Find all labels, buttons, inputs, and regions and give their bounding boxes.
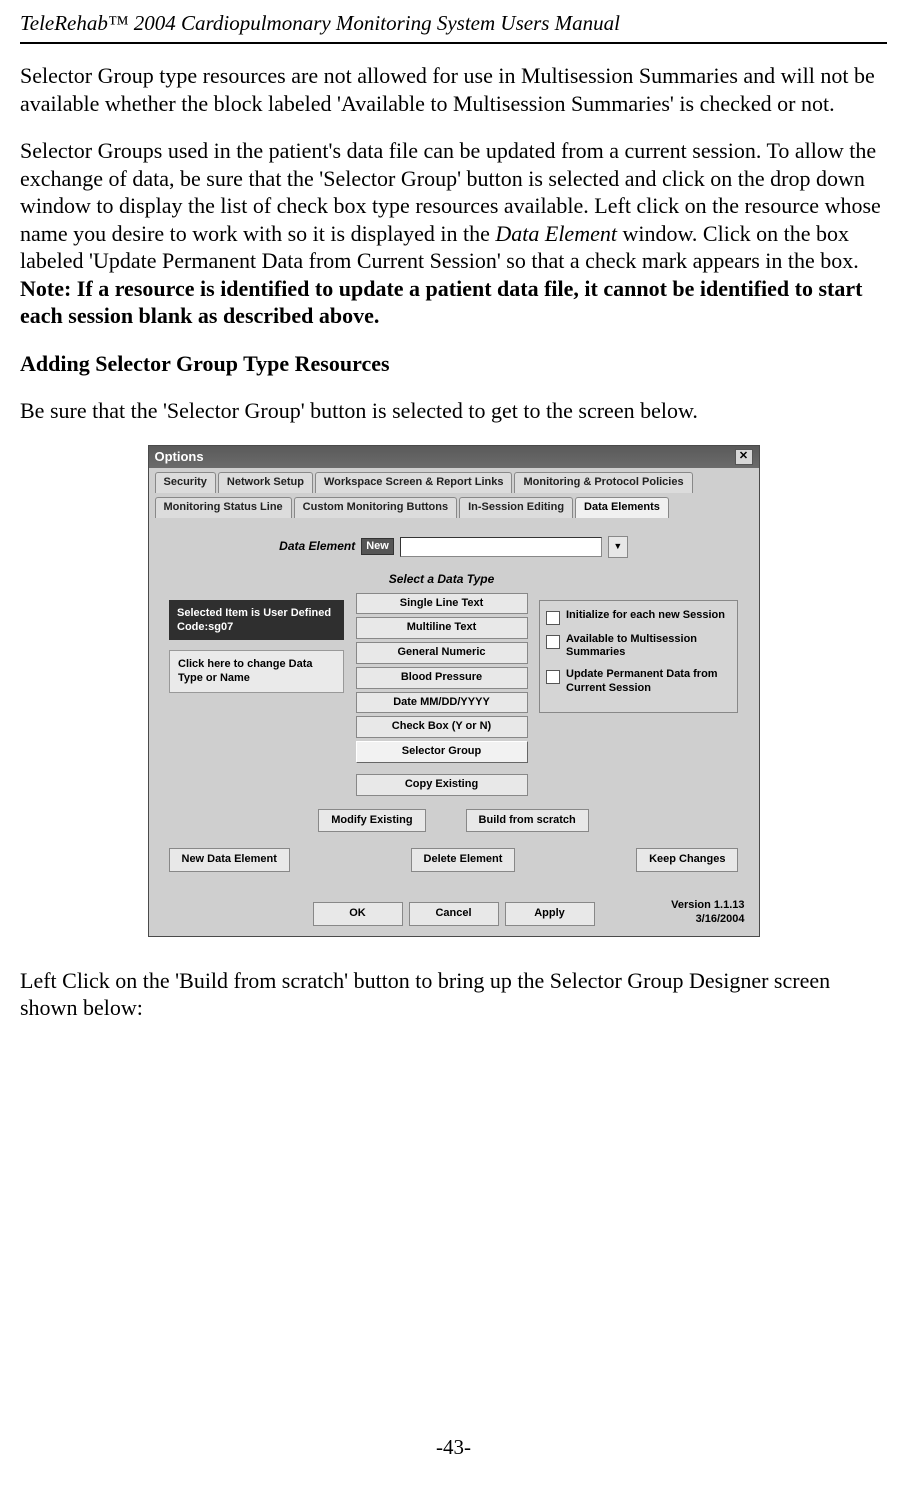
- data-element-input[interactable]: [400, 537, 602, 557]
- data-element-row: Data Element New ▼: [163, 536, 745, 558]
- chk-multisession-label: Available to Multisession Summaries: [566, 633, 731, 661]
- tab-security[interactable]: Security: [155, 472, 216, 493]
- type-general-numeric-button[interactable]: General Numeric: [356, 642, 528, 664]
- change-type-button[interactable]: Click here to change Data Type or Name: [169, 650, 344, 693]
- type-check-box-button[interactable]: Check Box (Y or N): [356, 716, 528, 738]
- close-icon[interactable]: ✕: [735, 449, 753, 465]
- chk-multisession-row[interactable]: Available to Multisession Summaries: [546, 633, 731, 661]
- chk-initialize-row[interactable]: Initialize for each new Session: [546, 609, 731, 625]
- element-action-row: New Data Element Delete Element Keep Cha…: [163, 848, 745, 872]
- options-dialog: Options ✕ Security Network Setup Workspa…: [148, 445, 760, 937]
- type-selector-group-button[interactable]: Selector Group: [356, 741, 528, 763]
- tabs-row-1: Security Network Setup Workspace Screen …: [149, 468, 759, 493]
- type-blood-pressure-button[interactable]: Blood Pressure: [356, 667, 528, 689]
- dialog-body: Data Element New ▼ Selected Item is User…: [149, 518, 759, 936]
- select-data-type-heading: Select a Data Type: [389, 572, 495, 587]
- paragraph-2: Selector Groups used in the patient's da…: [20, 137, 887, 330]
- chevron-down-icon: ▼: [613, 541, 622, 552]
- version-info: Version 1.1.13 3/16/2004: [671, 899, 744, 925]
- paragraph-4: Left Click on the 'Build from scratch' b…: [20, 967, 887, 1022]
- dialog-footer-buttons: OK Cancel Apply: [163, 902, 745, 926]
- paragraph-2-note: Note: If a resource is identified to upd…: [20, 276, 862, 329]
- dialog-middle-area: Selected Item is User Defined Code:sg07 …: [163, 572, 745, 799]
- data-element-dropdown-button[interactable]: ▼: [608, 536, 628, 558]
- data-type-column: Select a Data Type Single Line Text Mult…: [354, 572, 529, 799]
- new-data-element-button[interactable]: New Data Element: [169, 848, 290, 872]
- paragraph-1: Selector Group type resources are not al…: [20, 62, 887, 117]
- new-badge: New: [361, 538, 394, 556]
- dialog-titlebar: Options ✕: [149, 446, 759, 468]
- tab-monitoring-policies[interactable]: Monitoring & Protocol Policies: [514, 472, 692, 493]
- tab-in-session-editing[interactable]: In-Session Editing: [459, 497, 573, 518]
- version-number: Version 1.1.13: [671, 899, 744, 912]
- chk-initialize-box[interactable]: [546, 611, 560, 625]
- chk-update-permanent-box[interactable]: [546, 670, 560, 684]
- keep-changes-button[interactable]: Keep Changes: [636, 848, 738, 872]
- chk-update-permanent-label: Update Permanent Data from Current Sessi…: [566, 668, 731, 696]
- tab-network-setup[interactable]: Network Setup: [218, 472, 313, 493]
- version-date: 3/16/2004: [671, 913, 744, 926]
- tab-monitoring-status-line[interactable]: Monitoring Status Line: [155, 497, 292, 518]
- type-multiline-text-button[interactable]: Multiline Text: [356, 617, 528, 639]
- paragraph-3: Be sure that the 'Selector Group' button…: [20, 397, 887, 425]
- copy-existing-button[interactable]: Copy Existing: [356, 774, 528, 796]
- type-single-line-text-button[interactable]: Single Line Text: [356, 593, 528, 615]
- data-element-label: Data Element: [279, 539, 355, 554]
- build-row: Modify Existing Build from scratch: [163, 809, 745, 833]
- modify-existing-button[interactable]: Modify Existing: [318, 809, 425, 833]
- ok-button[interactable]: OK: [313, 902, 403, 926]
- page-number: -43-: [0, 1434, 907, 1460]
- tab-workspace-links[interactable]: Workspace Screen & Report Links: [315, 472, 513, 493]
- type-date-button[interactable]: Date MM/DD/YYYY: [356, 692, 528, 714]
- tabs-row-2: Monitoring Status Line Custom Monitoring…: [149, 493, 759, 518]
- doc-header: TeleRehab™ 2004 Cardiopulmonary Monitori…: [20, 10, 887, 44]
- tab-data-elements[interactable]: Data Elements: [575, 497, 669, 518]
- manual-page: TeleRehab™ 2004 Cardiopulmonary Monitori…: [0, 0, 907, 1490]
- screenshot-figure: Options ✕ Security Network Setup Workspa…: [20, 445, 887, 937]
- apply-button[interactable]: Apply: [505, 902, 595, 926]
- chk-update-permanent-row[interactable]: Update Permanent Data from Current Sessi…: [546, 668, 731, 696]
- options-checkbox-group: Initialize for each new Session Availabl…: [539, 600, 738, 713]
- delete-element-button[interactable]: Delete Element: [411, 848, 516, 872]
- cancel-button[interactable]: Cancel: [409, 902, 499, 926]
- section-heading: Adding Selector Group Type Resources: [20, 350, 887, 378]
- data-element-italic: Data Element: [495, 221, 617, 246]
- chk-multisession-box[interactable]: [546, 635, 560, 649]
- chk-initialize-label: Initialize for each new Session: [566, 609, 725, 623]
- selected-item-callout: Selected Item is User Defined Code:sg07: [169, 600, 344, 641]
- tab-custom-monitoring-buttons[interactable]: Custom Monitoring Buttons: [294, 497, 457, 518]
- left-callout-column: Selected Item is User Defined Code:sg07 …: [169, 600, 344, 693]
- dialog-title: Options: [155, 449, 204, 465]
- build-from-scratch-button[interactable]: Build from scratch: [466, 809, 589, 833]
